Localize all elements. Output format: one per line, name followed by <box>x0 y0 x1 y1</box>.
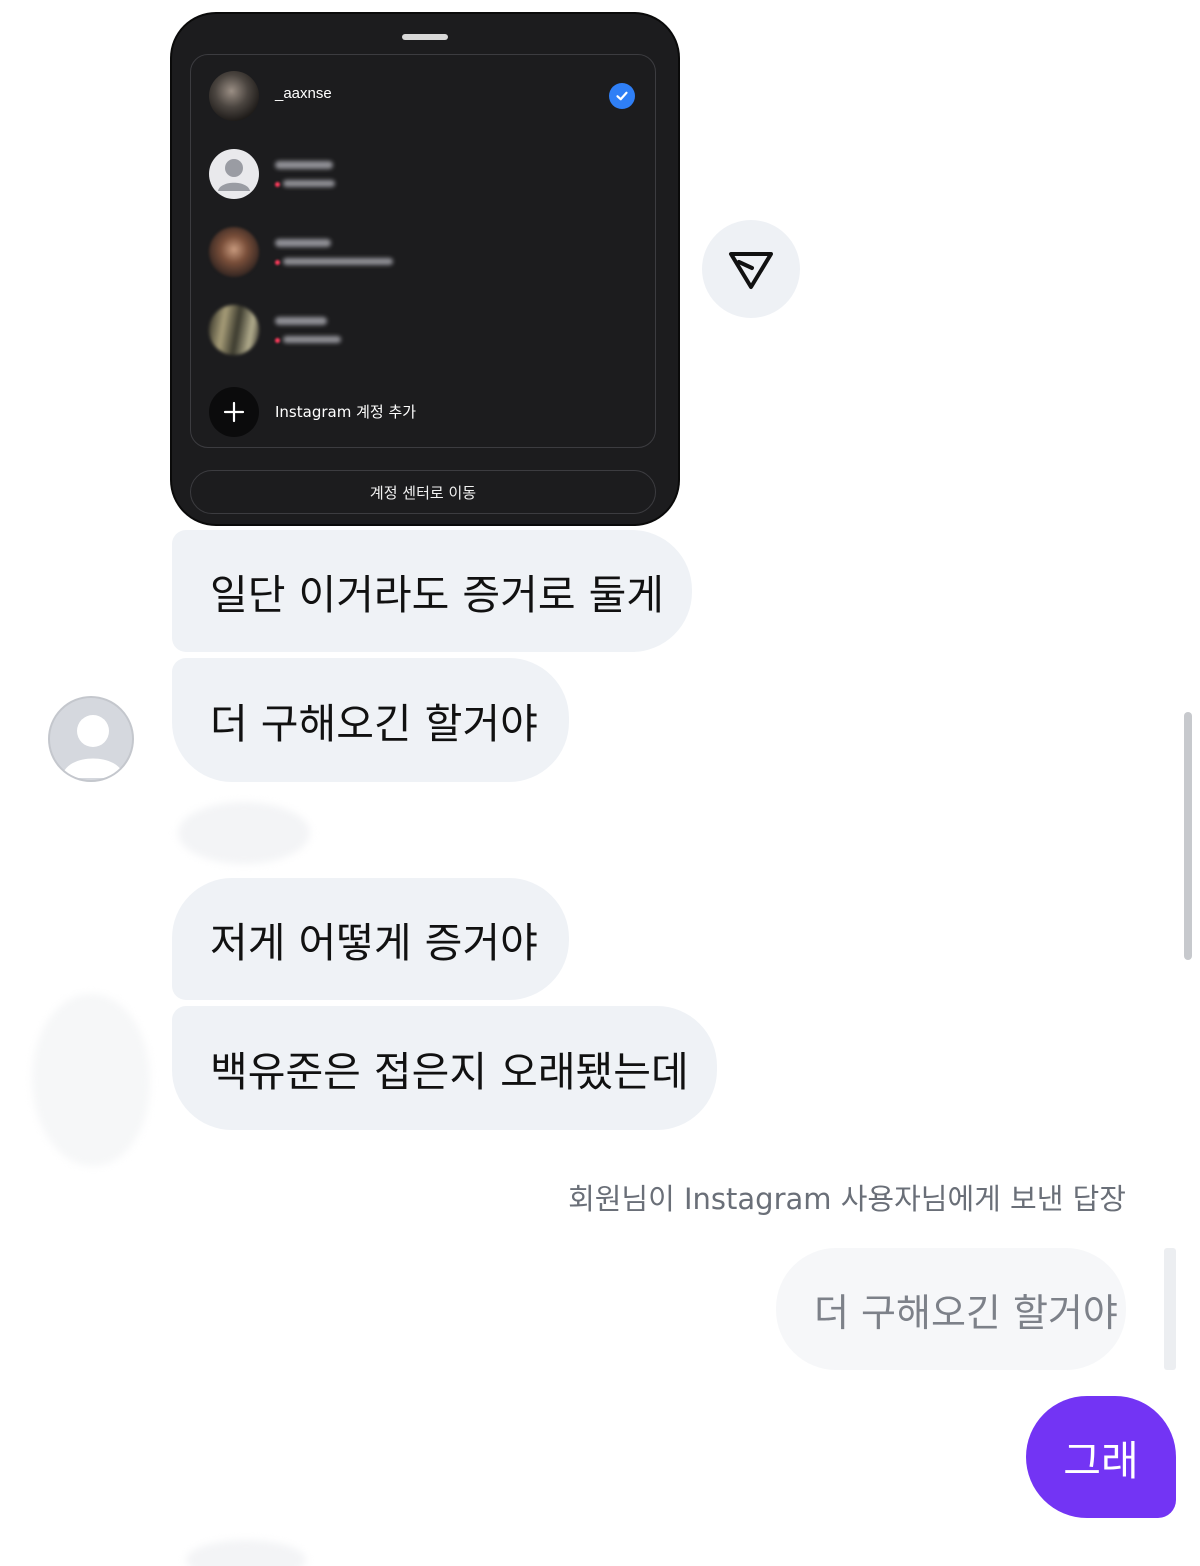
blurred-status <box>283 336 341 343</box>
quote-bar <box>1164 1248 1176 1370</box>
blurred-status-dot <box>275 182 280 187</box>
plus-icon <box>209 387 259 437</box>
truncated-text <box>330 1554 338 1566</box>
account-center-button: 계정 센터로 이동 <box>190 470 656 514</box>
shared-image-message[interactable]: _aaxnse Instagram 계정 추가 계정 센터로 이동 <box>172 14 678 524</box>
account-avatar <box>209 71 259 121</box>
add-account-label: Instagram 계정 추가 <box>275 403 417 421</box>
default-avatar-icon <box>209 149 259 199</box>
sender-avatar[interactable] <box>48 696 134 782</box>
blurred-region <box>186 1540 306 1566</box>
check-icon <box>609 83 635 109</box>
account-row-4 <box>209 301 639 357</box>
account-row-2 <box>209 145 639 201</box>
chat-screen: _aaxnse Instagram 계정 추가 계정 센터로 이동 일단 이거라… <box>0 0 1200 1566</box>
sheet-handle <box>402 34 448 40</box>
account-row-3 <box>209 223 639 279</box>
quoted-message[interactable]: 더 구해오긴 할거야 <box>776 1248 1126 1370</box>
received-message[interactable]: 일단 이거라도 증거로 둘게 <box>172 530 692 652</box>
blurred-username <box>275 161 333 169</box>
account-list: _aaxnse Instagram 계정 추가 <box>190 54 656 448</box>
send-icon <box>729 252 773 289</box>
blurred-username <box>275 239 331 247</box>
account-avatar <box>209 305 259 355</box>
account-username: _aaxnse <box>275 85 332 102</box>
received-message[interactable]: 백유준은 접은지 오래됐는데 <box>172 1006 717 1130</box>
account-avatar <box>209 227 259 277</box>
sent-message[interactable]: 그래 <box>1026 1396 1176 1518</box>
blurred-status <box>283 258 393 265</box>
reply-caption: 회원님이 Instagram 사용자님에게 보낸 답장 <box>568 1182 1126 1216</box>
blurred-status <box>283 180 335 187</box>
share-button[interactable] <box>702 220 800 318</box>
scrollbar[interactable] <box>1184 712 1192 960</box>
blurred-region <box>32 994 150 1166</box>
account-row-1: _aaxnse <box>209 67 639 123</box>
received-message[interactable]: 더 구해오긴 할거야 <box>172 658 569 782</box>
received-message[interactable]: 저게 어떻게 증거야 <box>172 878 569 1000</box>
add-account-row: Instagram 계정 추가 <box>209 383 639 439</box>
blurred-region <box>178 802 310 864</box>
blurred-status-dot <box>275 260 280 265</box>
blurred-status-dot <box>275 338 280 343</box>
blurred-username <box>275 317 327 325</box>
